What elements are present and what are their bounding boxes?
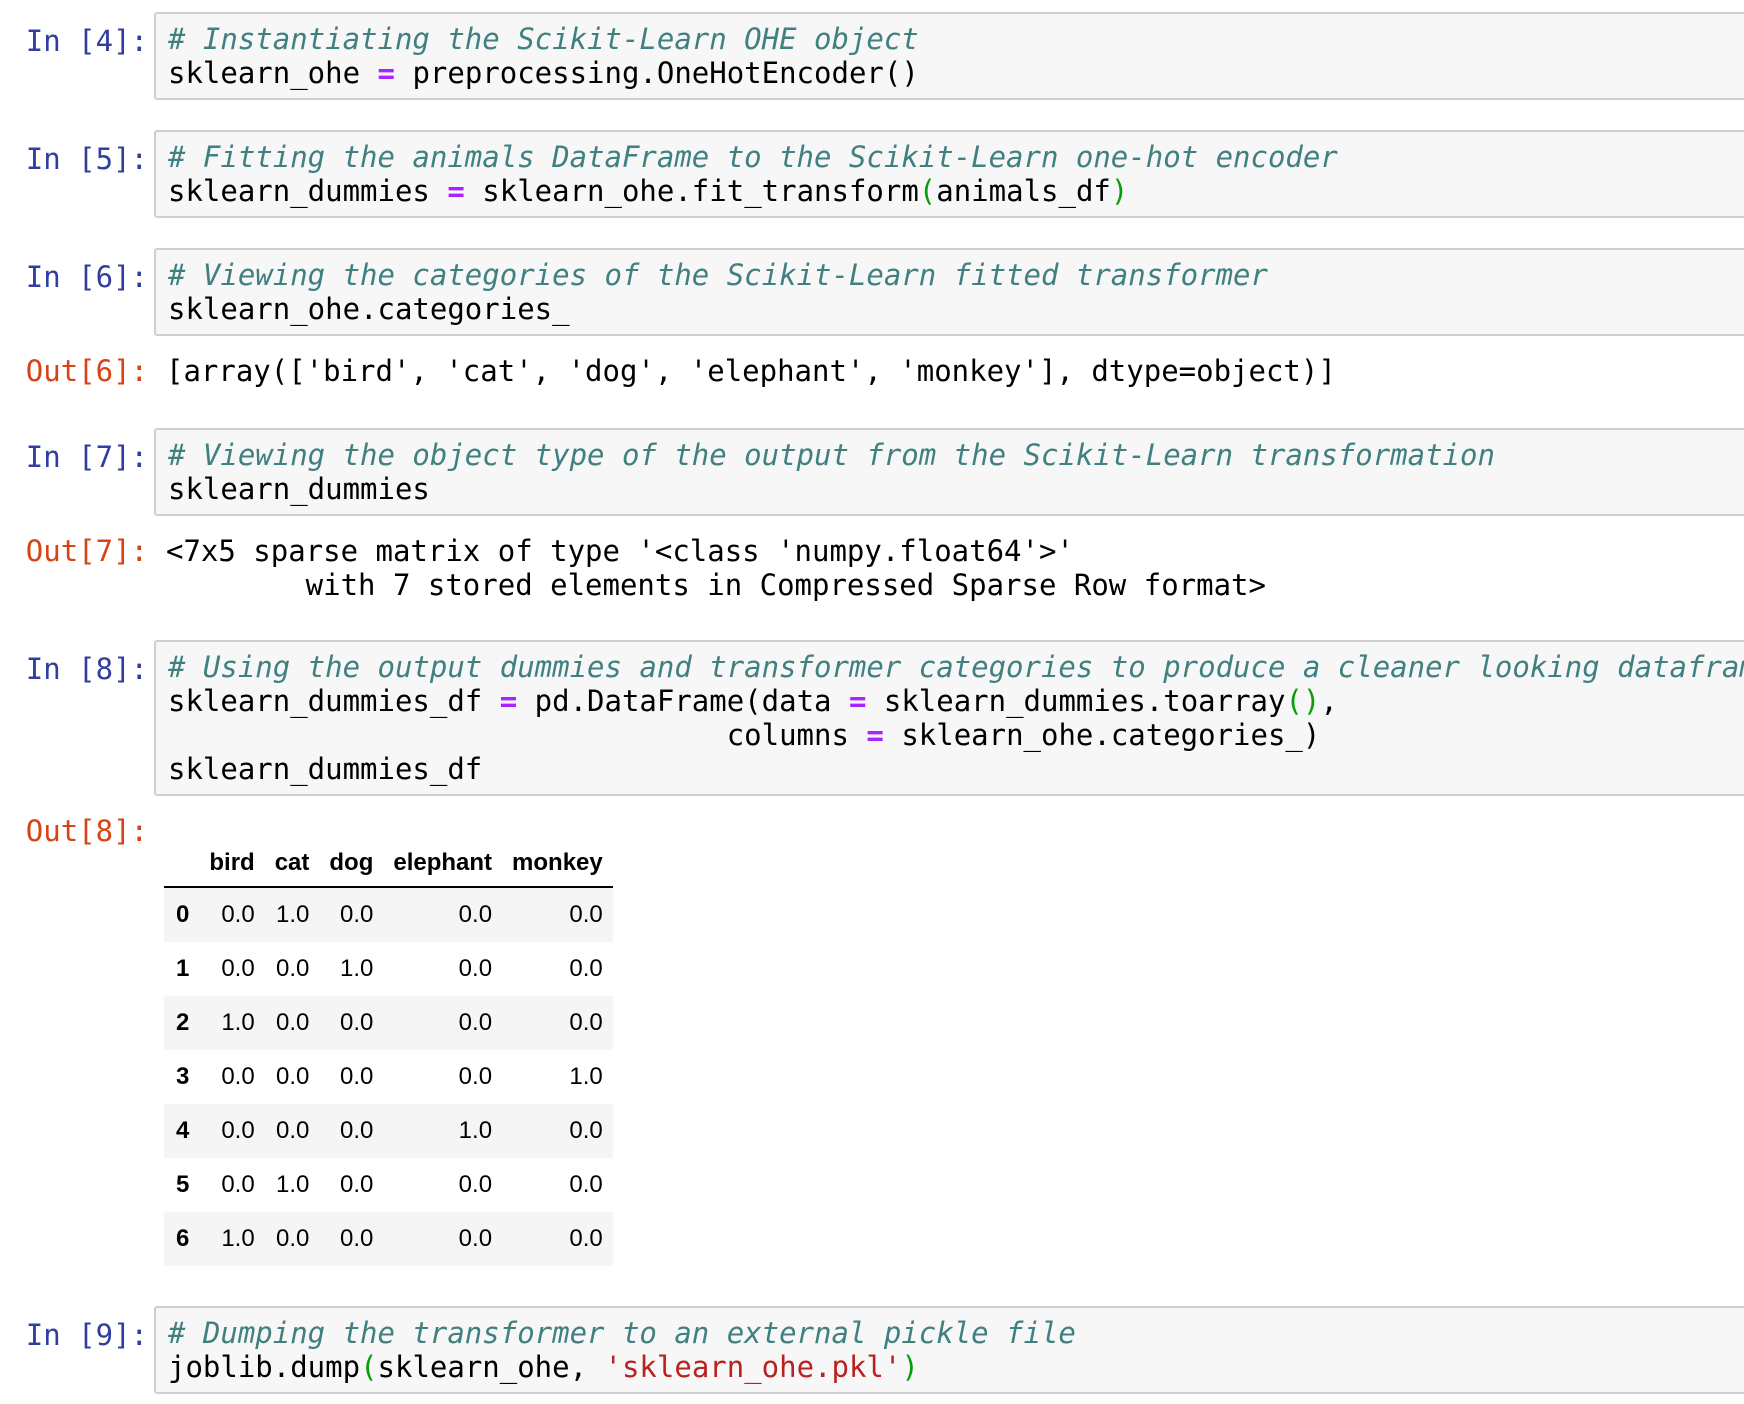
table-cell: 0.0 (569, 1225, 603, 1252)
code-comment: # Fitting the animals DataFrame to the S… (168, 140, 1338, 174)
column-header: monkey (502, 840, 613, 888)
table-cell: 1.0 (221, 1225, 255, 1252)
table-row: 5 0.0 1.0 0.0 0.0 0.0 (164, 1158, 613, 1212)
code-comment: # Using the output dummies and transform… (168, 650, 1744, 684)
output-text: <7x5 sparse matrix of type '<class 'nump… (166, 534, 1074, 568)
table-cell: 0.0 (458, 1171, 493, 1198)
code-line: sklearn_dummies_df (168, 752, 483, 786)
out-prompt-6: Out[6]: (25, 354, 148, 388)
row-index: 6 (176, 1225, 190, 1252)
table-cell: 0.0 (276, 955, 310, 982)
table-row: 0 0.0 1.0 0.0 0.0 0.0 (164, 887, 613, 942)
table-cell: 0.0 (339, 1063, 374, 1090)
table-cell: 0.0 (276, 1117, 310, 1144)
table-cell: 0.0 (569, 901, 603, 928)
table-cell: 0.0 (339, 1009, 374, 1036)
table-cell: 1.0 (276, 1171, 310, 1198)
index-header (164, 840, 200, 888)
column-header: elephant (383, 840, 503, 888)
in-prompt-9: In [9]: (25, 1318, 148, 1352)
row-index: 3 (176, 1063, 190, 1090)
table-cell: 0.0 (569, 955, 603, 982)
table-header-row: bird cat dog elephant monkey (164, 840, 613, 888)
table-cell: 1.0 (458, 1117, 493, 1144)
out-prompt-7: Out[7]: (25, 534, 148, 568)
table-cell: 0.0 (221, 1063, 255, 1090)
code-comment: # Viewing the categories of the Scikit-L… (168, 258, 1268, 292)
dataframe-table: bird cat dog elephant monkey 0 0.0 1.0 0… (164, 840, 613, 1266)
in-prompt-6: In [6]: (25, 260, 148, 294)
code-cell-6[interactable]: # Viewing the categories of the Scikit-L… (154, 248, 1744, 336)
code-comment: # Dumping the transformer to an external… (168, 1316, 1076, 1350)
code-line: sklearn_dummies_df = pd.DataFrame(data =… (168, 684, 1338, 718)
table-row: 3 0.0 0.0 0.0 0.0 1.0 (164, 1050, 613, 1104)
table-cell: 0.0 (339, 901, 374, 928)
table-cell: 0.0 (569, 1009, 603, 1036)
table-cell: 1.0 (221, 1009, 255, 1036)
table-row: 4 0.0 0.0 0.0 1.0 0.0 (164, 1104, 613, 1158)
code-comment: # Viewing the object type of the output … (168, 438, 1495, 472)
table-cell: 0.0 (276, 1009, 310, 1036)
table-cell: 1.0 (339, 955, 374, 982)
code-cell-7[interactable]: # Viewing the object type of the output … (154, 428, 1744, 516)
table-cell: 0.0 (221, 1171, 255, 1198)
code-line: sklearn_dummies = sklearn_ohe.fit_transf… (168, 174, 1129, 208)
table-cell: 0.0 (339, 1117, 374, 1144)
table-cell: 0.0 (569, 1171, 603, 1198)
in-prompt-7: In [7]: (25, 440, 148, 474)
table-cell: 0.0 (458, 1009, 493, 1036)
column-header: bird (199, 840, 265, 888)
table-cell: 0.0 (221, 1117, 255, 1144)
code-line: joblib.dump(sklearn_ohe, 'sklearn_ohe.pk… (168, 1350, 919, 1384)
row-index: 0 (176, 901, 190, 928)
row-index: 5 (176, 1171, 190, 1198)
code-cell-9[interactable]: # Dumping the transformer to an external… (154, 1306, 1744, 1394)
column-header: dog (319, 840, 384, 888)
table-cell: 0.0 (458, 1225, 493, 1252)
code-line: columns = sklearn_ohe.categories_) (168, 718, 1321, 752)
code-cell-8[interactable]: # Using the output dummies and transform… (154, 640, 1744, 796)
code-cell-4[interactable]: # Instantiating the Scikit-Learn OHE obj… (154, 12, 1744, 100)
code-comment: # Instantiating the Scikit-Learn OHE obj… (168, 22, 919, 56)
code-line: sklearn_ohe.categories_ (168, 292, 570, 326)
table-cell: 0.0 (458, 955, 493, 982)
table-cell: 0.0 (339, 1171, 374, 1198)
output-text: [array(['bird', 'cat', 'dog', 'elephant'… (166, 354, 1336, 388)
in-prompt-4: In [4]: (25, 24, 148, 58)
table-row: 6 1.0 0.0 0.0 0.0 0.0 (164, 1212, 613, 1266)
column-header: cat (264, 840, 320, 888)
in-prompt-8: In [8]: (25, 652, 148, 686)
code-cell-5[interactable]: # Fitting the animals DataFrame to the S… (154, 130, 1744, 218)
row-index: 1 (176, 955, 190, 982)
code-line: sklearn_ohe = preprocessing.OneHotEncode… (168, 56, 919, 90)
table-cell: 1.0 (276, 901, 310, 928)
table-cell: 0.0 (339, 1225, 374, 1252)
in-prompt-5: In [5]: (25, 142, 148, 176)
table-cell: 0.0 (458, 901, 493, 928)
table-cell: 0.0 (276, 1225, 310, 1252)
table-row: 2 1.0 0.0 0.0 0.0 0.0 (164, 996, 613, 1050)
out-prompt-8: Out[8]: (25, 814, 148, 848)
table-row: 1 0.0 0.0 1.0 0.0 0.0 (164, 942, 613, 996)
table-cell: 0.0 (221, 901, 255, 928)
output-text: with 7 stored elements in Compressed Spa… (166, 568, 1266, 602)
table-cell: 0.0 (276, 1063, 310, 1090)
row-index: 2 (176, 1009, 190, 1036)
code-line: sklearn_dummies (168, 472, 430, 506)
table-cell: 0.0 (569, 1117, 603, 1144)
table-cell: 0.0 (458, 1063, 493, 1090)
table-cell: 1.0 (569, 1063, 603, 1090)
row-index: 4 (176, 1117, 190, 1144)
table-cell: 0.0 (221, 955, 255, 982)
